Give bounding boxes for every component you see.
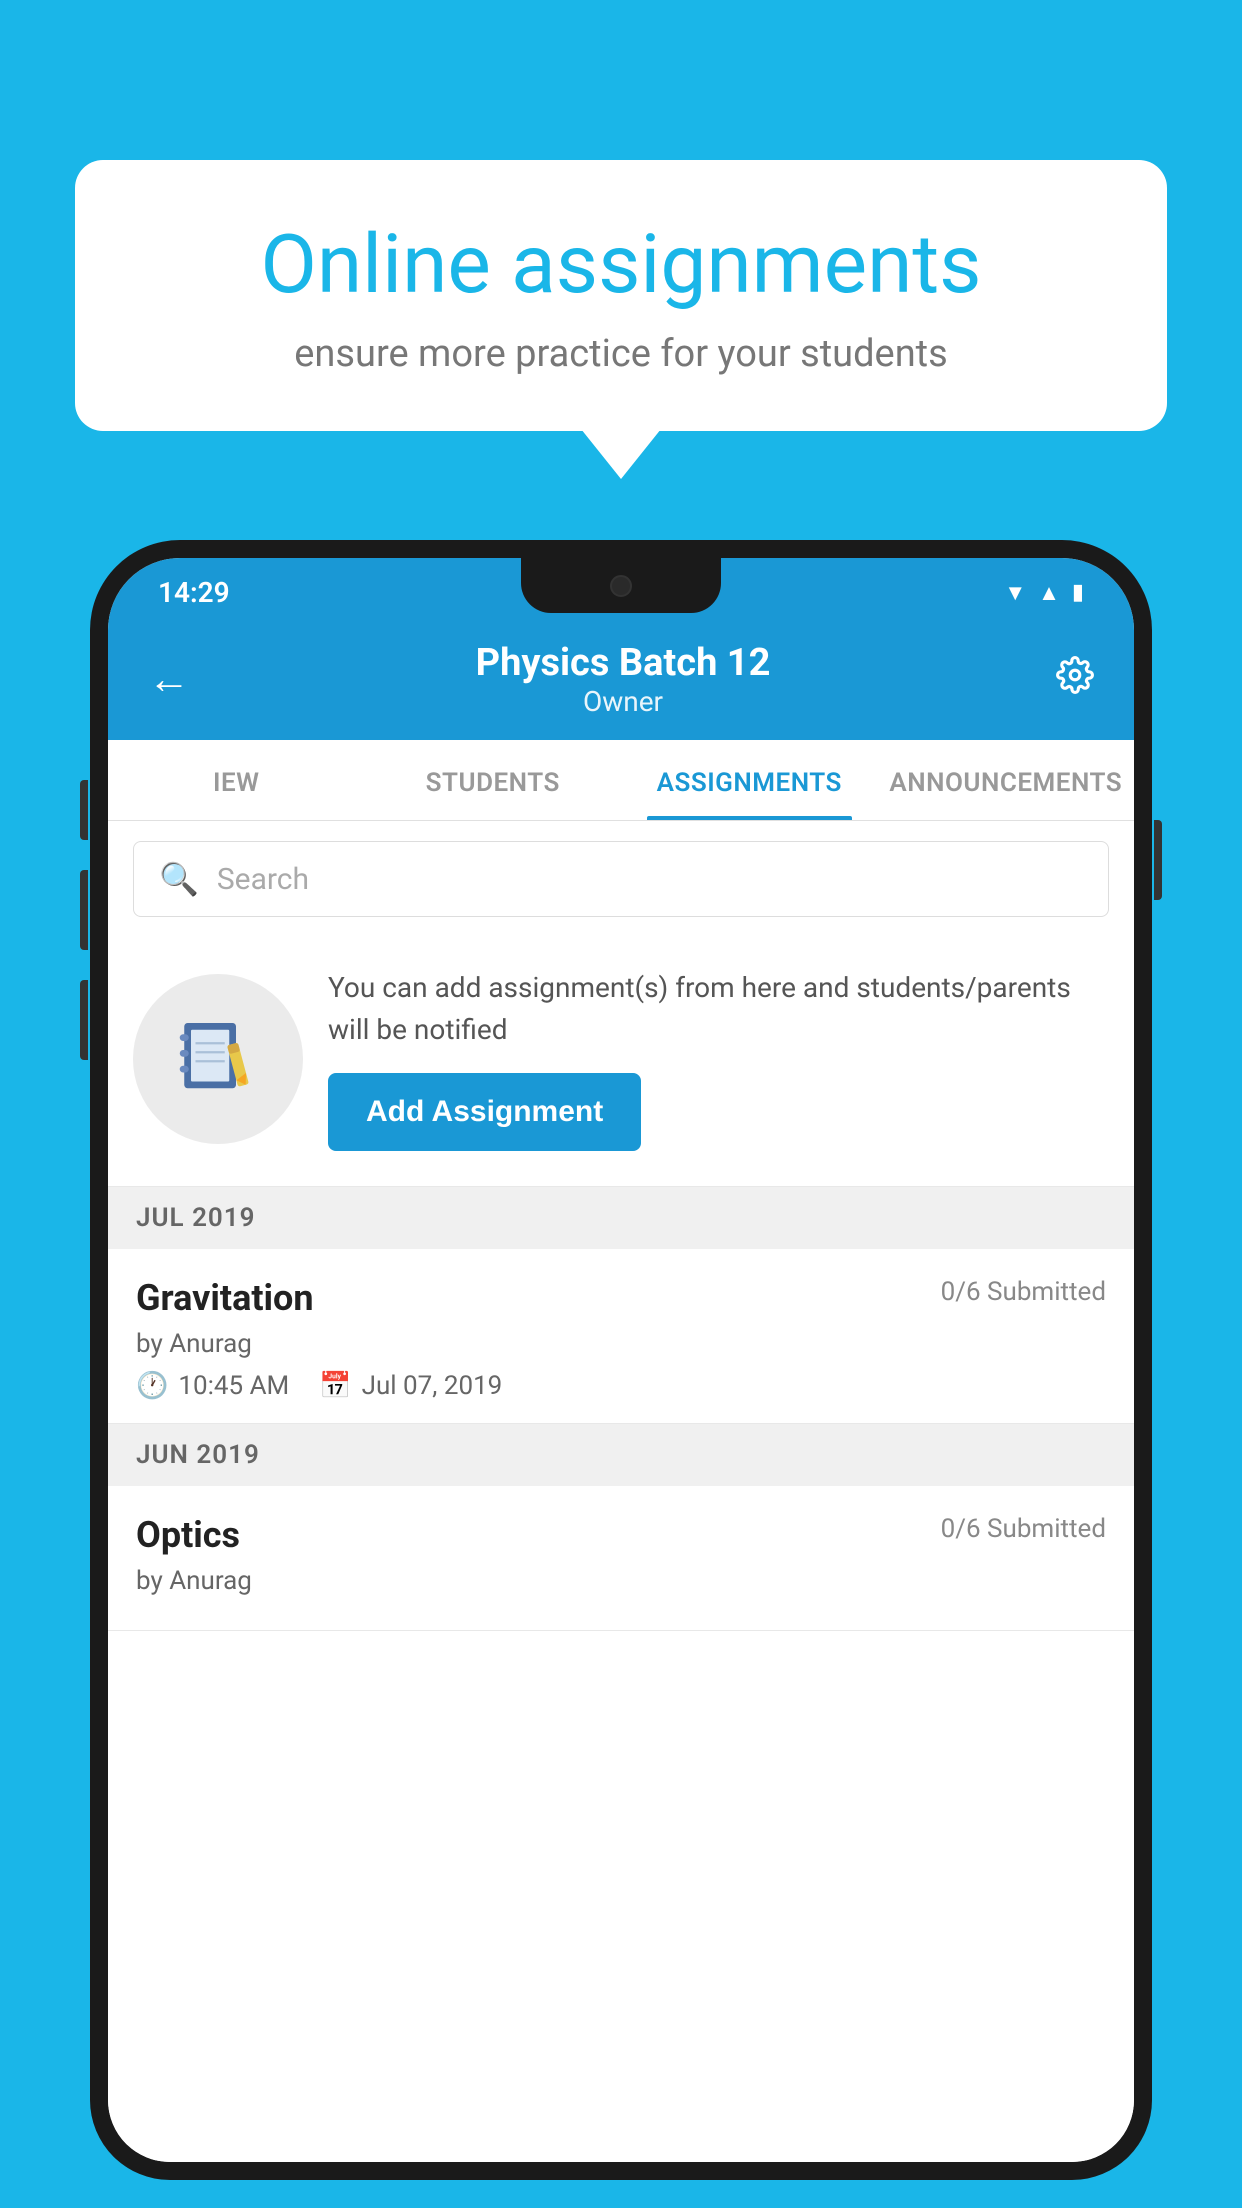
- meta-date-gravitation: 📅 Jul 07, 2019: [319, 1371, 502, 1401]
- back-button[interactable]: ←: [148, 655, 190, 704]
- status-time: 14:29: [158, 576, 230, 609]
- phone-screen: 14:29 ▼ ▲ ▮ ← Physics Batch 12 Owner: [108, 558, 1134, 2162]
- phone-power-button: [1154, 820, 1162, 900]
- phone-outer: 14:29 ▼ ▲ ▮ ← Physics Batch 12 Owner: [90, 540, 1152, 2180]
- status-icons: ▼ ▲ ▮: [1004, 580, 1084, 606]
- phone-silent-button: [80, 980, 88, 1060]
- search-placeholder: Search: [217, 862, 309, 897]
- speech-bubble-container: Online assignments ensure more practice …: [75, 160, 1167, 431]
- assignment-item-optics[interactable]: Optics 0/6 Submitted by Anurag: [108, 1486, 1134, 1631]
- assignment-item-gravitation[interactable]: Gravitation 0/6 Submitted by Anurag 🕐 10…: [108, 1249, 1134, 1424]
- tab-assignments[interactable]: ASSIGNMENTS: [621, 740, 878, 820]
- search-bar-container: 🔍 Search: [108, 821, 1134, 937]
- tabs-bar: IEW STUDENTS ASSIGNMENTS ANNOUNCEMENTS: [108, 740, 1134, 821]
- phone-frame: 14:29 ▼ ▲ ▮ ← Physics Batch 12 Owner: [90, 540, 1152, 2208]
- add-assignment-promo: You can add assignment(s) from here and …: [108, 937, 1134, 1187]
- assignment-time-gravitation: 10:45 AM: [178, 1371, 289, 1401]
- assignment-meta-gravitation: 🕐 10:45 AM 📅 Jul 07, 2019: [136, 1371, 1106, 1401]
- settings-icon[interactable]: [1056, 656, 1094, 704]
- assignment-date-gravitation: Jul 07, 2019: [362, 1371, 503, 1401]
- search-icon: 🔍: [159, 860, 199, 898]
- content-area: 🔍 Search: [108, 821, 1134, 2162]
- phone-notch: [521, 558, 721, 613]
- promo-icon-circle: [133, 974, 303, 1144]
- speech-bubble-subtext: ensure more practice for your students: [145, 332, 1097, 376]
- assignment-author-optics: by Anurag: [136, 1566, 1106, 1596]
- assignment-name-optics: Optics: [136, 1514, 240, 1556]
- meta-time-gravitation: 🕐 10:45 AM: [136, 1371, 289, 1401]
- tab-iew[interactable]: IEW: [108, 740, 365, 820]
- search-input-wrap[interactable]: 🔍 Search: [133, 841, 1109, 917]
- promo-right: You can add assignment(s) from here and …: [328, 967, 1109, 1151]
- speech-bubble: Online assignments ensure more practice …: [75, 160, 1167, 431]
- speech-bubble-heading: Online assignments: [145, 220, 1097, 310]
- signal-icon: ▲: [1038, 580, 1060, 606]
- assignment-submitted-optics: 0/6 Submitted: [941, 1514, 1106, 1544]
- promo-description: You can add assignment(s) from here and …: [328, 967, 1109, 1051]
- section-header-jun: JUN 2019: [108, 1424, 1134, 1486]
- tab-students[interactable]: STUDENTS: [365, 740, 622, 820]
- app-header: ← Physics Batch 12 Owner: [108, 621, 1134, 740]
- phone-volume-down-button: [80, 870, 88, 950]
- header-title-block: Physics Batch 12 Owner: [190, 641, 1056, 718]
- wifi-icon: ▼: [1004, 580, 1026, 606]
- phone-volume-up-button: [80, 780, 88, 840]
- add-assignment-button[interactable]: Add Assignment: [328, 1073, 641, 1151]
- header-subtitle: Owner: [190, 685, 1056, 718]
- tab-announcements[interactable]: ANNOUNCEMENTS: [878, 740, 1135, 820]
- battery-icon: ▮: [1072, 580, 1084, 605]
- assignment-top: Gravitation 0/6 Submitted: [136, 1277, 1106, 1319]
- assignment-name-gravitation: Gravitation: [136, 1277, 314, 1319]
- assignment-author-gravitation: by Anurag: [136, 1329, 1106, 1359]
- clock-icon: 🕐: [136, 1371, 168, 1401]
- phone-camera: [610, 575, 632, 597]
- assignment-top-optics: Optics 0/6 Submitted: [136, 1514, 1106, 1556]
- section-header-jul: JUL 2019: [108, 1187, 1134, 1249]
- assignment-submitted-gravitation: 0/6 Submitted: [941, 1277, 1106, 1307]
- header-title: Physics Batch 12: [190, 641, 1056, 685]
- calendar-icon: 📅: [319, 1371, 351, 1401]
